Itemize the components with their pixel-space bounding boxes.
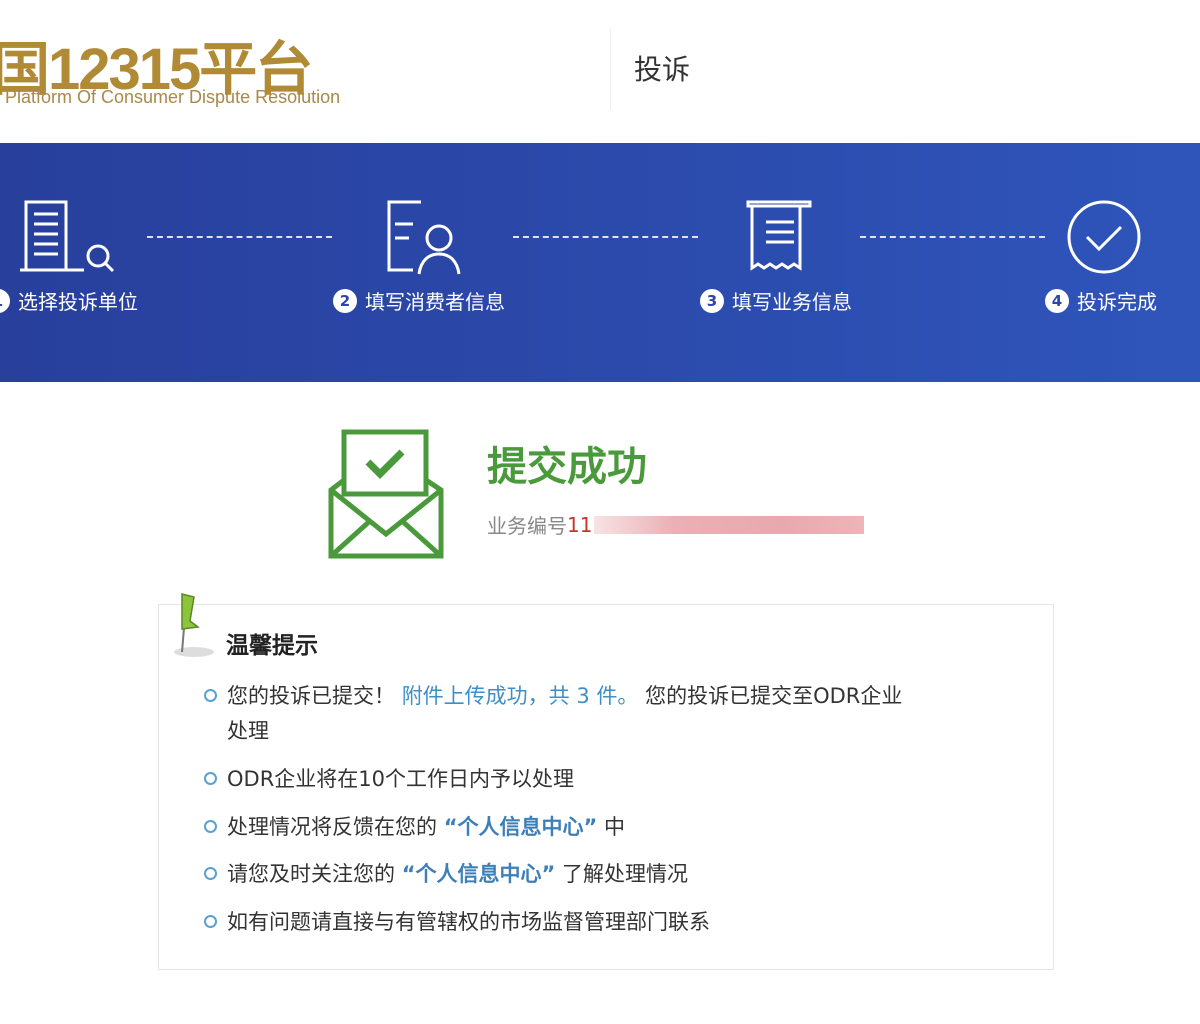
envelope-check-icon xyxy=(328,429,444,559)
tip-text: 您的投诉已提交至ODR企业 xyxy=(645,684,903,708)
redacted-blur xyxy=(594,515,865,534)
step-connector xyxy=(860,236,1045,238)
step-label: 选择投诉单位 xyxy=(18,290,138,314)
bullet-icon xyxy=(204,820,217,833)
divider xyxy=(610,28,611,110)
tip-text: 如有问题请直接与有管辖权的市场监督管理部门联系 xyxy=(227,910,710,934)
personal-center-link[interactable]: “个人信息中心” xyxy=(402,862,556,886)
bullet-icon xyxy=(204,915,217,928)
bullet-icon xyxy=(204,772,217,785)
bullet-icon xyxy=(204,867,217,880)
tip-text: 处理情况将反馈在您的 xyxy=(227,815,437,839)
tips-title: 温馨提示 xyxy=(226,633,318,659)
step-connector xyxy=(513,236,698,238)
tip-item: 如有问题请直接与有管辖权的市场监督管理部门联系 xyxy=(204,905,1004,940)
bullet-icon xyxy=(204,689,217,702)
step-label: 投诉完成 xyxy=(1077,290,1157,314)
building-search-icon xyxy=(20,200,115,273)
step-number: 4 xyxy=(1045,288,1069,313)
header: 国12315平台 l Platform Of Consumer Dispute … xyxy=(0,0,1200,143)
step-label: 填写业务信息 xyxy=(732,290,852,314)
tip-text: ODR企业将在10个工作日内予以处理 xyxy=(227,767,575,791)
success-title: 提交成功 xyxy=(487,444,647,490)
tip-text: 中 xyxy=(603,815,625,839)
logo-subtitle: l Platform Of Consumer Dispute Resolutio… xyxy=(0,87,341,107)
tip-highlight: 附件上传成功，共 3 件。 xyxy=(401,684,639,708)
step-number: 2 xyxy=(333,288,357,313)
business-number: 业务编号 11 xyxy=(487,510,865,539)
personal-center-link[interactable]: “个人信息中心” xyxy=(444,815,598,839)
check-circle-icon xyxy=(1067,200,1141,274)
tip-item: 处理情况将反馈在您的 “个人信息中心” 中 xyxy=(204,810,1004,845)
tip-text: 处理 xyxy=(227,719,269,743)
form-person-icon xyxy=(387,200,461,275)
tip-text: 您的投诉已提交！ xyxy=(227,684,395,708)
step-label: 填写消费者信息 xyxy=(365,290,505,314)
step-progress-banner: 1 选择投诉单位 2 填写消费者信息 3 填写业务信息 4 投诉完成 xyxy=(0,143,1200,382)
business-number-value: 11 xyxy=(567,512,593,537)
receipt-icon xyxy=(746,200,812,271)
business-number-label: 业务编号 xyxy=(487,514,567,538)
pushpin-icon xyxy=(174,593,214,657)
step-connector xyxy=(147,236,332,238)
tip-text: 请您及时关注您的 xyxy=(227,862,395,886)
tip-item: 您的投诉已提交！ 附件上传成功，共 3 件。 您的投诉已提交至ODR企业处理 xyxy=(204,679,1004,749)
tip-item: 请您及时关注您的 “个人信息中心” 了解处理情况 xyxy=(204,857,1004,892)
page-title: 投诉 xyxy=(634,53,691,86)
tip-item: ODR企业将在10个工作日内予以处理 xyxy=(204,762,1004,797)
step-number: 1 xyxy=(0,288,10,313)
tip-text: 了解处理情况 xyxy=(561,862,688,886)
step-number: 3 xyxy=(700,288,724,313)
